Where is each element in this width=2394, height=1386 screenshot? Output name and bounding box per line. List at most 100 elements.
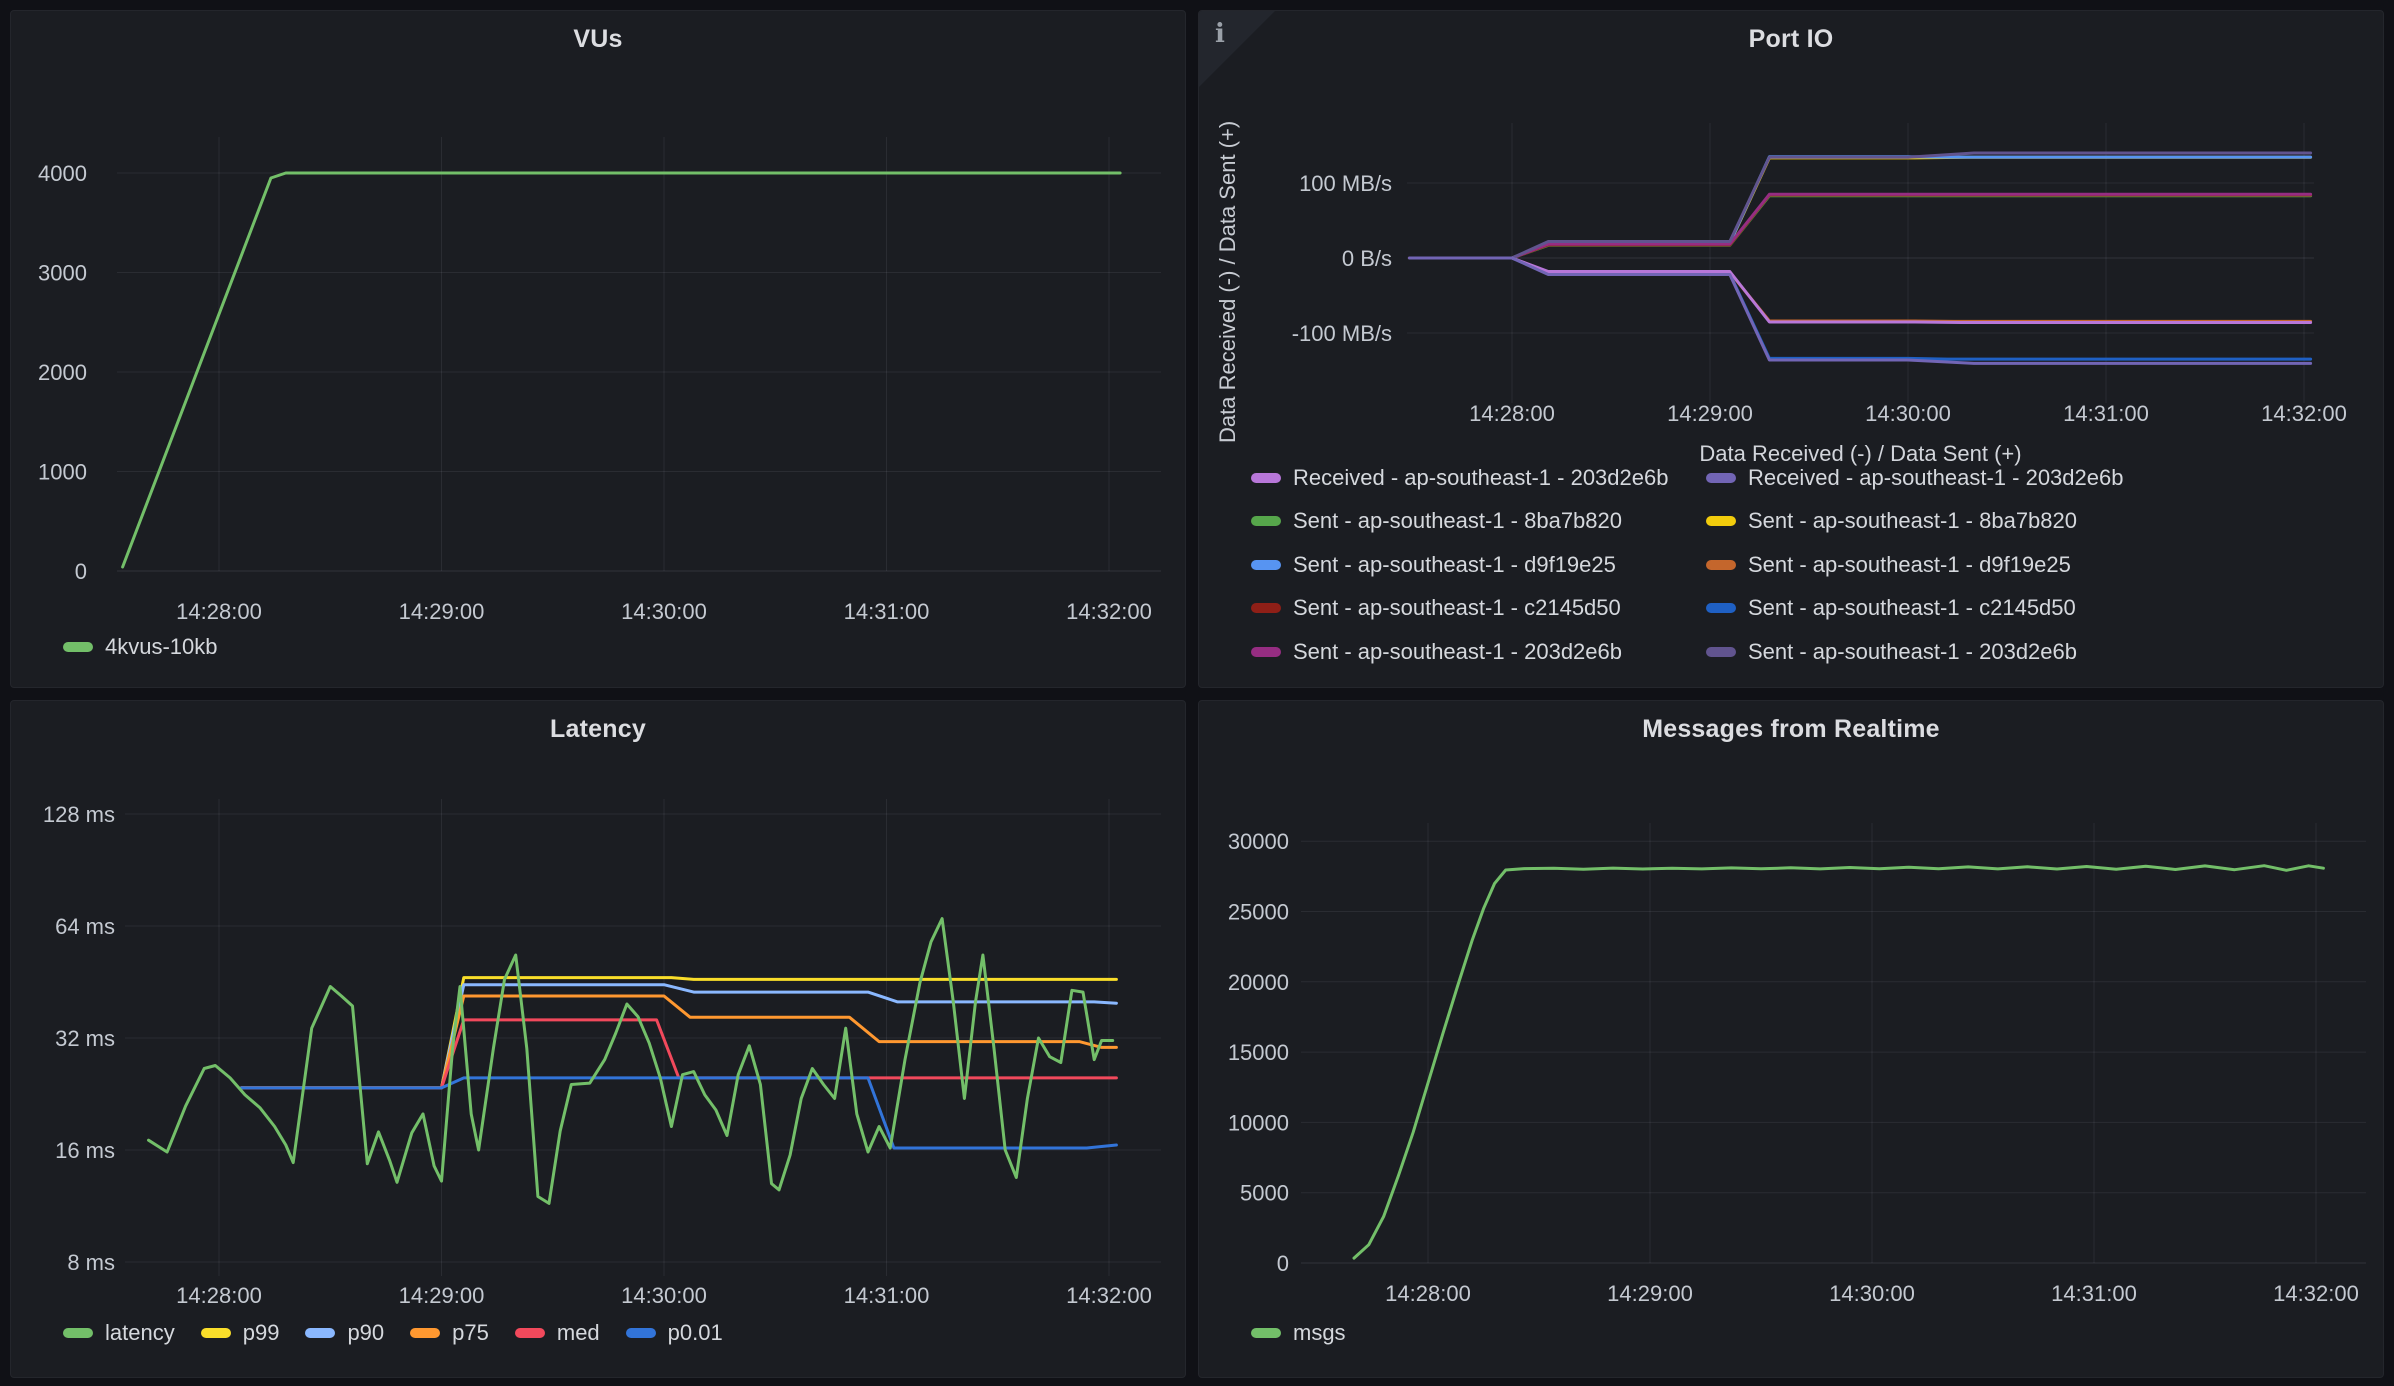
x-tick-label: 14:32:00 — [2273, 1281, 2359, 1306]
y-tick-label: 3000 — [38, 261, 87, 286]
y-tick-label: 8 ms — [67, 1250, 115, 1275]
y-tick-label: 5000 — [1240, 1181, 1289, 1206]
legend-label: p75 — [452, 1319, 489, 1347]
y-tick-label: 0 B/s — [1342, 246, 1392, 271]
legend-swatch — [201, 1328, 231, 1338]
legend-swatch — [1251, 1328, 1281, 1338]
legend-label: msgs — [1293, 1319, 1346, 1347]
latency-legend: latency p99 p90 p75 med p0.01 — [63, 1319, 723, 1347]
legend-swatch — [1251, 473, 1281, 483]
vus-legend: 4kvus-10kb — [63, 633, 218, 661]
legend-swatch — [63, 1328, 93, 1338]
y-tick-label: 64 ms — [55, 914, 115, 939]
legend-item-4kvus-10kb[interactable]: 4kvus-10kb — [63, 633, 218, 661]
x-tick-label: 14:31:00 — [2063, 401, 2149, 426]
y-tick-label: 2000 — [38, 360, 87, 385]
legend-item-sent-ap-southeast-1-203d2e6b[interactable]: Sent - ap-southeast-1 - 203d2e6b — [1251, 639, 1706, 665]
legend-swatch — [1706, 473, 1736, 483]
y-tick-label: 10000 — [1228, 1110, 1289, 1135]
x-tick-label: 14:28:00 — [176, 599, 262, 624]
legend-label: med — [557, 1319, 600, 1347]
legend-item-med[interactable]: med — [515, 1319, 600, 1347]
panel-messages: Messages from Realtime 05000100001500020… — [1198, 700, 2384, 1378]
legend-label: Received - ap-southeast-1 - 203d2e6b — [1748, 465, 2123, 491]
x-tick-label: 14:29:00 — [1607, 1281, 1693, 1306]
port-io-legend: Received - ap-southeast-1 - 203d2e6b Rece… — [1199, 463, 2383, 685]
legend-swatch — [1251, 516, 1281, 526]
plot-area[interactable] — [125, 799, 1161, 1276]
legend-label: Sent - ap-southeast-1 - d9f19e25 — [1748, 552, 2071, 578]
legend-label: Sent - ap-southeast-1 - 8ba7b820 — [1748, 508, 2077, 534]
legend-item-sent-ap-southeast-1-c2145d50[interactable]: Sent - ap-southeast-1 - c2145d50 — [1251, 595, 1706, 621]
legend-swatch — [1251, 560, 1281, 570]
legend-label: latency — [105, 1319, 175, 1347]
legend-item-sent-ap-southeast-1-d9f19e25[interactable]: Sent - ap-southeast-1 - d9f19e25 — [1251, 552, 1706, 578]
legend-swatch — [410, 1328, 440, 1338]
legend-swatch — [626, 1328, 656, 1338]
legend-swatch — [1706, 647, 1736, 657]
latency-chart[interactable]: 8 ms 16 ms 32 ms 64 ms 128 ms 14:28:00 14:29:0… — [11, 701, 1186, 1378]
legend-label: p99 — [243, 1319, 280, 1347]
legend-swatch — [1251, 647, 1281, 657]
y-tick-label: 30000 — [1228, 829, 1289, 854]
legend-label: p0.01 — [668, 1319, 723, 1347]
legend-item-p0-01[interactable]: p0.01 — [626, 1319, 723, 1347]
x-tick-label: 14:30:00 — [1829, 1281, 1915, 1306]
y-tick-label: 4000 — [38, 161, 87, 186]
legend-item-sent-ap-southeast-1-203d2e6b[interactable]: Sent - ap-southeast-1 - 203d2e6b — [1706, 639, 2383, 665]
y-tick-label: -100 MB/s — [1292, 321, 1392, 346]
x-tick-label: 14:29:00 — [1667, 401, 1753, 426]
legend-item-msgs[interactable]: msgs — [1251, 1319, 1346, 1347]
legend-label: 4kvus-10kb — [105, 633, 218, 661]
y-tick-label: 0 — [75, 559, 87, 584]
y-tick-label: 15000 — [1228, 1040, 1289, 1065]
legend-label: Sent - ap-southeast-1 - c2145d50 — [1293, 595, 1621, 621]
legend-item-sent-ap-southeast-1-8ba7b820[interactable]: Sent - ap-southeast-1 - 8ba7b820 — [1706, 508, 2383, 534]
legend-swatch — [63, 642, 93, 652]
y-tick-label: 16 ms — [55, 1138, 115, 1163]
y-tick-label: 128 ms — [43, 802, 115, 827]
y-tick-label: 32 ms — [55, 1026, 115, 1051]
legend-label: Sent - ap-southeast-1 - 8ba7b820 — [1293, 508, 1622, 534]
legend-item-sent-ap-southeast-1-d9f19e25[interactable]: Sent - ap-southeast-1 - d9f19e25 — [1706, 552, 2383, 578]
legend-item-sent-ap-southeast-1-c2145d50[interactable]: Sent - ap-southeast-1 - c2145d50 — [1706, 595, 2383, 621]
legend-label: Sent - ap-southeast-1 - 203d2e6b — [1293, 639, 1622, 665]
plot-area[interactable] — [1407, 123, 2314, 403]
panel-latency: Latency 8 ms16 ms32 ms64 ms128 ms14:28:0… — [10, 700, 1186, 1378]
legend-item-received-ap-southeast-1-203d2e6b[interactable]: Received - ap-southeast-1 - 203d2e6b — [1251, 465, 1706, 491]
panel-vus: VUs 0100020003000400014:28:0014:29:0014:… — [10, 10, 1186, 688]
legend-swatch — [1706, 560, 1736, 570]
y-tick-label: 25000 — [1228, 900, 1289, 925]
x-tick-label: 14:29:00 — [399, 1283, 485, 1308]
vus-chart[interactable]: 0100020003000400014:28:0014:29:0014:30:0… — [11, 11, 1186, 688]
x-tick-label: 14:28:00 — [176, 1283, 262, 1308]
plot-area[interactable] — [1301, 823, 2366, 1263]
legend-item-p75[interactable]: p75 — [410, 1319, 489, 1347]
x-tick-label: 14:31:00 — [844, 1283, 930, 1308]
panel-port-io: i Port IO 100 MB/s0 B/s-100 MB/s14:28:00… — [1198, 10, 2384, 688]
y-tick-label: 1000 — [38, 460, 87, 485]
x-tick-label: 14:30:00 — [621, 1283, 707, 1308]
legend-label: p90 — [347, 1319, 384, 1347]
x-tick-label: 14:30:00 — [1865, 401, 1951, 426]
legend-item-p90[interactable]: p90 — [305, 1319, 384, 1347]
y-tick-label: 100 MB/s — [1299, 171, 1392, 196]
legend-item-p99[interactable]: p99 — [201, 1319, 280, 1347]
x-tick-label: 14:32:00 — [1066, 599, 1152, 624]
legend-swatch — [1706, 516, 1736, 526]
plot-area[interactable] — [117, 137, 1161, 571]
legend-swatch — [1706, 603, 1736, 613]
port-io-y-axis-title: Data Received (-) / Data Sent (+) — [1215, 121, 1241, 443]
x-tick-label: 14:28:00 — [1385, 1281, 1471, 1306]
x-tick-label: 14:31:00 — [2051, 1281, 2137, 1306]
messages-chart[interactable]: 0 5000 10000 15000 20000 25000 30000 14:28:00 14… — [1199, 701, 2384, 1378]
legend-item-latency[interactable]: latency — [63, 1319, 175, 1347]
legend-item-sent-ap-southeast-1-8ba7b820[interactable]: Sent - ap-southeast-1 - 8ba7b820 — [1251, 508, 1706, 534]
y-tick-label: 20000 — [1228, 970, 1289, 995]
y-tick-label: 0 — [1277, 1251, 1289, 1276]
x-tick-label: 14:31:00 — [844, 599, 930, 624]
legend-swatch — [305, 1328, 335, 1338]
port-io-legend-grid: Received - ap-southeast-1 - 203d2e6b Rece… — [1199, 463, 2383, 674]
legend-item-received-ap-southeast-1-203d2e6b[interactable]: Received - ap-southeast-1 - 203d2e6b — [1706, 465, 2383, 491]
x-tick-label: 14:32:00 — [1066, 1283, 1152, 1308]
